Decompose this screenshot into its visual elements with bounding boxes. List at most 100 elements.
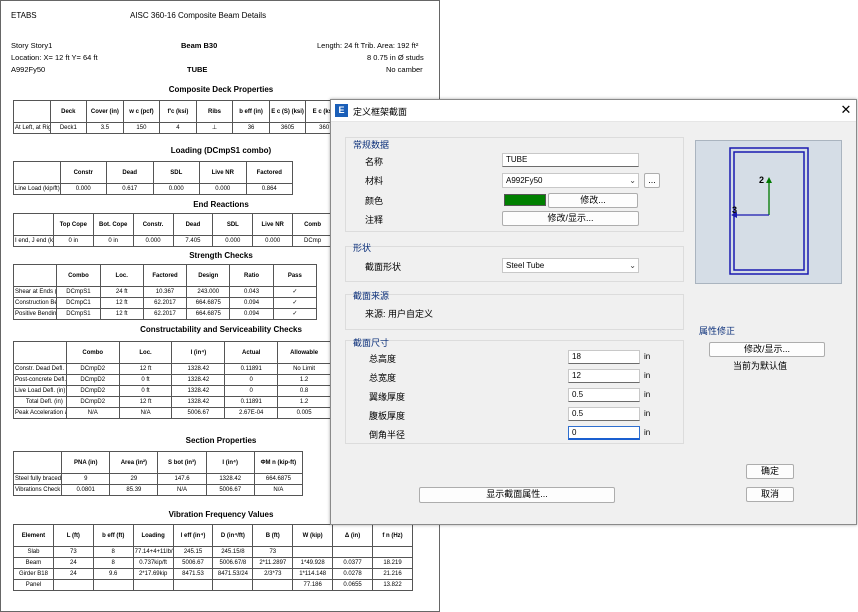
column-header: Live NR	[252, 213, 294, 236]
notes-modify-button[interactable]: 修改/显示...	[502, 211, 639, 226]
table-cell: Vibrations Check (E c = 4867)	[12, 484, 63, 496]
table-cell: ✓	[272, 286, 318, 298]
close-icon[interactable]: ✕	[838, 102, 854, 118]
table-cell: Beam	[13, 557, 54, 569]
table-cell: 0	[224, 385, 279, 397]
table-cell: 243.000	[186, 286, 231, 298]
column-header: Dead	[172, 213, 214, 236]
column-header: Actual	[224, 341, 279, 364]
table-cell: 8	[92, 557, 134, 569]
section-shape-dropdown[interactable]: Steel Tube ⌄	[502, 258, 639, 273]
report-studs: 8 0.75 in Ø studs	[367, 53, 424, 62]
material-dropdown[interactable]: A992Fy50 ⌄	[502, 173, 639, 188]
color-modify-button[interactable]: 修改...	[548, 193, 638, 208]
table-cell: 18.219	[372, 557, 413, 569]
table-cell: 24	[52, 568, 94, 580]
column-header: Constr	[59, 161, 107, 184]
table-cell: 1328.42	[171, 396, 226, 408]
color-swatch[interactable]	[504, 194, 546, 206]
name-input[interactable]: TUBE	[502, 153, 639, 167]
table-cell: Live Load Defl. (in)	[13, 385, 67, 397]
table-cell: 0.8	[277, 385, 331, 397]
table-cell: 9	[61, 473, 111, 485]
report-camber: No camber	[386, 65, 423, 74]
column-header: I (in⁴)	[205, 451, 255, 474]
table-row: Panel 77.186 0.0655 13.822	[13, 579, 413, 591]
total-depth-input[interactable]: 18	[568, 350, 640, 364]
table-cell: DCmpS1	[56, 286, 101, 298]
table-cell: 0.094	[229, 297, 274, 309]
table-cell: 4	[159, 122, 197, 134]
shape-heading: 形状	[353, 243, 372, 253]
table-cell: Total Defl. (in)	[13, 396, 67, 408]
table-row: Beam 24 8 0.737kip/ft 5006.67 5006.67/8 2*11.2…	[13, 557, 413, 569]
column-header: Allowable	[277, 341, 331, 364]
section-props-table: PNA (in) Area (in²) S bot (in³) I (in⁴) ΦM n…	[12, 451, 304, 496]
material-more-button[interactable]: ...	[644, 173, 660, 188]
general-data-heading: 常规数据	[353, 140, 390, 150]
table-cell: 147.6	[157, 473, 207, 485]
table-cell: 36	[232, 122, 270, 134]
web-thickness-input[interactable]: 0.5	[568, 407, 640, 421]
column-header: Loading	[132, 524, 174, 547]
fillet-radius-input[interactable]: 0	[568, 426, 640, 440]
total-width-input[interactable]: 12	[568, 369, 640, 383]
table-cell: ✓	[272, 308, 318, 320]
column-header: Element	[13, 524, 54, 547]
reactions-table: Top Cope Bot. Cope Constr. Dead SDL Live NR Co…	[13, 213, 333, 247]
table-cell: Construction Bending (kip-ft)	[12, 297, 58, 309]
table-cell: 0.000	[132, 235, 174, 247]
table-row: Constr. Dead Defl. (in)DCmpD212 ft1328.4…	[13, 363, 331, 375]
flange-thickness-input[interactable]: 0.5	[568, 388, 640, 402]
table-cell: ✓	[272, 297, 318, 309]
cancel-button[interactable]: 取消	[746, 487, 794, 502]
table-cell	[132, 579, 174, 591]
table-cell: 12 ft	[99, 308, 144, 320]
table-cell: 0.094	[229, 308, 274, 320]
table-cell: 0.0377	[332, 557, 374, 569]
total-width-unit: in	[644, 371, 651, 380]
show-section-properties-button[interactable]: 显示截面属性...	[419, 487, 615, 503]
column-header: SDL	[212, 213, 254, 236]
report-material: A992Fy50	[11, 65, 46, 74]
table-cell: 0.000	[59, 183, 107, 195]
table-cell: 0.617	[106, 183, 154, 195]
section-source-heading: 截面来源	[353, 291, 390, 301]
table-cell: 0.0801	[61, 484, 111, 496]
section-preview: 2 3	[695, 140, 842, 284]
report-shape: TUBE	[187, 65, 208, 74]
column-header: Dead	[106, 161, 154, 184]
table-cell: 12 ft	[99, 297, 144, 309]
table-cell: 5006.67	[172, 557, 214, 569]
dialog-titlebar[interactable]: E 定义框架截面 ✕	[331, 100, 856, 122]
column-header: Cover (in)	[86, 100, 124, 123]
total-width-label: 总宽度	[369, 373, 397, 383]
chevron-down-icon: ⌄	[629, 261, 636, 270]
modifiers-modify-button[interactable]: 修改/显示...	[709, 342, 825, 357]
ok-button[interactable]: 确定	[746, 464, 794, 479]
table-cell: 664.6875	[253, 473, 304, 485]
table-cell: 73	[252, 546, 294, 558]
table-cell: DCmpD2	[65, 385, 120, 397]
table-cell: DCmpC1	[56, 297, 101, 309]
table-cell: DCmpD2	[65, 396, 120, 408]
column-header	[12, 264, 58, 287]
column-header: SDL	[152, 161, 200, 184]
web-thickness-unit: in	[644, 409, 651, 418]
column-header: Factored	[142, 264, 188, 287]
table-cell	[92, 579, 134, 591]
table-cell: 8	[92, 546, 134, 558]
table-cell: 85.39	[109, 484, 159, 496]
column-header: f n (Hz)	[372, 524, 413, 547]
table-row: Line Load (kip/ft) 0 ft→24 ft0.0000.6170…	[13, 183, 293, 195]
table-cell: 245.15	[172, 546, 214, 558]
table-header-row: Top Cope Bot. Cope Constr. Dead SDL Live NR Co…	[13, 213, 333, 236]
table-cell	[332, 546, 374, 558]
table-cell: 0.11891	[224, 363, 279, 375]
define-frame-section-dialog: E 定义框架截面 ✕ 常规数据 名称 TUBE 材料 A992Fy50 ⌄ ...…	[330, 99, 857, 525]
table-cell: N/A	[157, 484, 207, 496]
color-label: 颜色	[365, 196, 384, 206]
loading-table: Constr Dead SDL Live NR Factored Line Load (k…	[13, 161, 293, 195]
table-header-row: Combo Loc. I (in⁴) Actual Allowable	[13, 341, 331, 364]
section-dimensions-heading: 截面尺寸	[353, 338, 390, 348]
